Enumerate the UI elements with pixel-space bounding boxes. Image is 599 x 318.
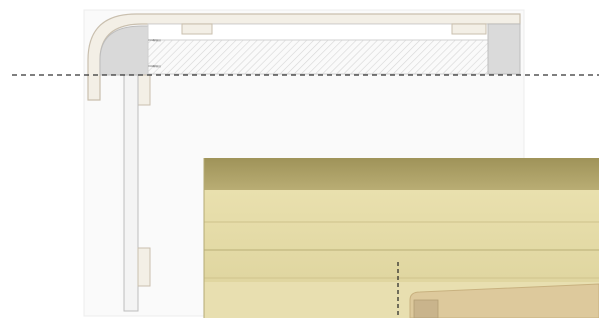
wood-render	[203, 158, 599, 318]
hatched-body	[147, 39, 489, 75]
dimension-label-lower: ~4mm	[150, 64, 162, 69]
dimension-label-upper: ~4mm	[150, 38, 162, 43]
dimension-marker-upper: ~4mm	[148, 38, 162, 43]
post-body	[123, 74, 139, 312]
cross-section-drawing: ~4mm ~4mm	[12, 9, 599, 318]
left-clip	[181, 23, 213, 35]
right-end-block	[487, 23, 521, 75]
post-bracket	[137, 74, 151, 106]
post-lower-clip	[137, 247, 151, 287]
dimension-marker-lower: ~4mm	[148, 64, 162, 69]
right-clip	[451, 23, 487, 35]
wood-top-face	[204, 158, 599, 190]
wood-cap-block	[413, 299, 439, 318]
